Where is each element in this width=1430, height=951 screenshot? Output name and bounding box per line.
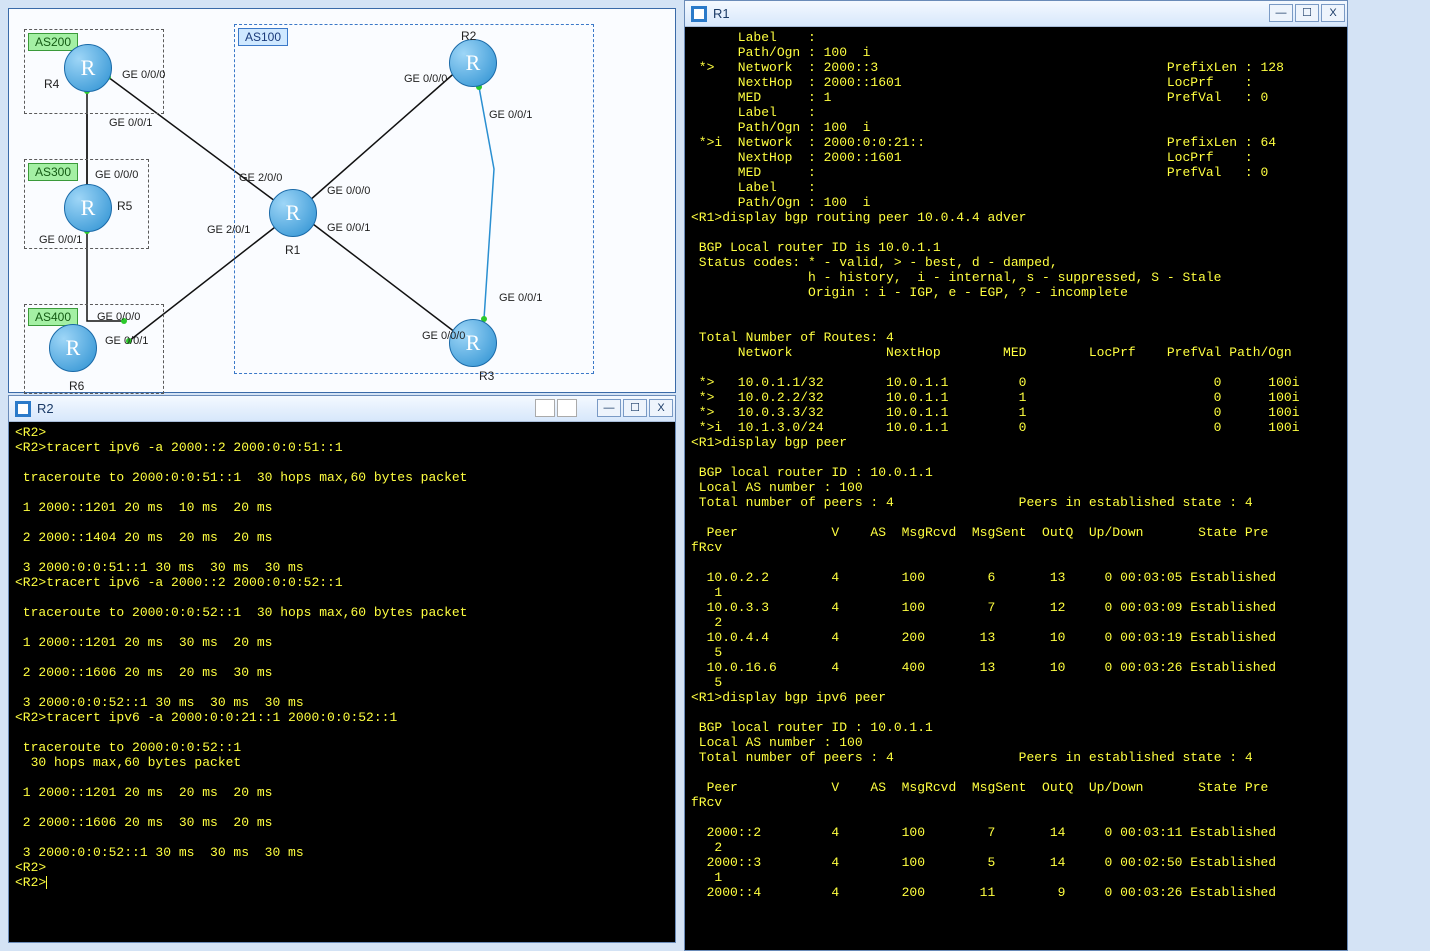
router-label: R2: [461, 29, 476, 43]
interface-label: GE 0/0/0: [404, 73, 447, 85]
as-label: AS100: [238, 28, 288, 46]
maximize-button[interactable]: ☐: [623, 399, 647, 417]
minimize-button[interactable]: —: [597, 399, 621, 417]
router-r1[interactable]: R: [269, 189, 317, 237]
r2-title: R2: [37, 401, 54, 416]
r1-title: R1: [713, 6, 730, 21]
minimize-button[interactable]: —: [1269, 4, 1293, 22]
interface-label: GE 2/0/1: [207, 224, 250, 236]
router-r4[interactable]: R: [64, 44, 112, 92]
router-label: R6: [69, 379, 84, 393]
interface-label: GE 0/0/0: [122, 69, 165, 81]
app-icon: [15, 401, 31, 417]
r2-terminal[interactable]: <R2> <R2>tracert ipv6 -a 2000::2 2000:0:…: [9, 422, 675, 942]
r1-window: R1 — ☐ X Label : Path/Ogn : 100 i *> Net…: [684, 0, 1348, 951]
r2-window: R2 — ☐ X <R2> <R2>tracert ipv6 -a 2000::…: [8, 395, 676, 943]
topology-panel: AS200AS300AS400AS100 RR4RR5RR6RR1RR2RR3 …: [8, 8, 676, 393]
topology-canvas[interactable]: AS200AS300AS400AS100 RR4RR5RR6RR1RR2RR3 …: [9, 9, 675, 392]
window-controls: — ☐ X: [1269, 4, 1345, 22]
router-r2[interactable]: R: [449, 39, 497, 87]
router-label: R4: [44, 77, 59, 91]
app-icon: [691, 6, 707, 22]
interface-label: GE 0/0/1: [489, 109, 532, 121]
interface-label: GE 0/0/0: [97, 311, 140, 323]
router-label: R3: [479, 369, 494, 383]
interface-label: GE 0/0/0: [95, 169, 138, 181]
interface-label: GE 0/0/1: [327, 222, 370, 234]
r1-titlebar[interactable]: R1 — ☐ X: [685, 1, 1347, 27]
extra-button[interactable]: [557, 399, 577, 417]
interface-label: GE 0/0/1: [105, 335, 148, 347]
router-label: R5: [117, 199, 132, 213]
interface-label: GE 2/0/0: [239, 172, 282, 184]
as-label: AS300: [28, 163, 78, 181]
window-controls: — ☐ X: [597, 399, 673, 417]
r1-terminal[interactable]: Label : Path/Ogn : 100 i *> Network : 20…: [685, 27, 1347, 950]
interface-label: GE 0/0/1: [109, 117, 152, 129]
router-r6[interactable]: R: [49, 324, 97, 372]
interface-label: GE 0/0/1: [39, 234, 82, 246]
interface-label: GE 0/0/0: [422, 330, 465, 342]
router-label: R1: [285, 243, 300, 257]
interface-label: GE 0/0/0: [327, 185, 370, 197]
router-r3[interactable]: R: [449, 319, 497, 367]
extra-buttons: [535, 399, 577, 417]
close-button[interactable]: X: [649, 399, 673, 417]
router-r5[interactable]: R: [64, 184, 112, 232]
as-label: AS200: [28, 33, 78, 51]
interface-label: GE 0/0/1: [499, 292, 542, 304]
close-button[interactable]: X: [1321, 4, 1345, 22]
r2-titlebar[interactable]: R2 — ☐ X: [9, 396, 675, 422]
extra-button[interactable]: [535, 399, 555, 417]
maximize-button[interactable]: ☐: [1295, 4, 1319, 22]
